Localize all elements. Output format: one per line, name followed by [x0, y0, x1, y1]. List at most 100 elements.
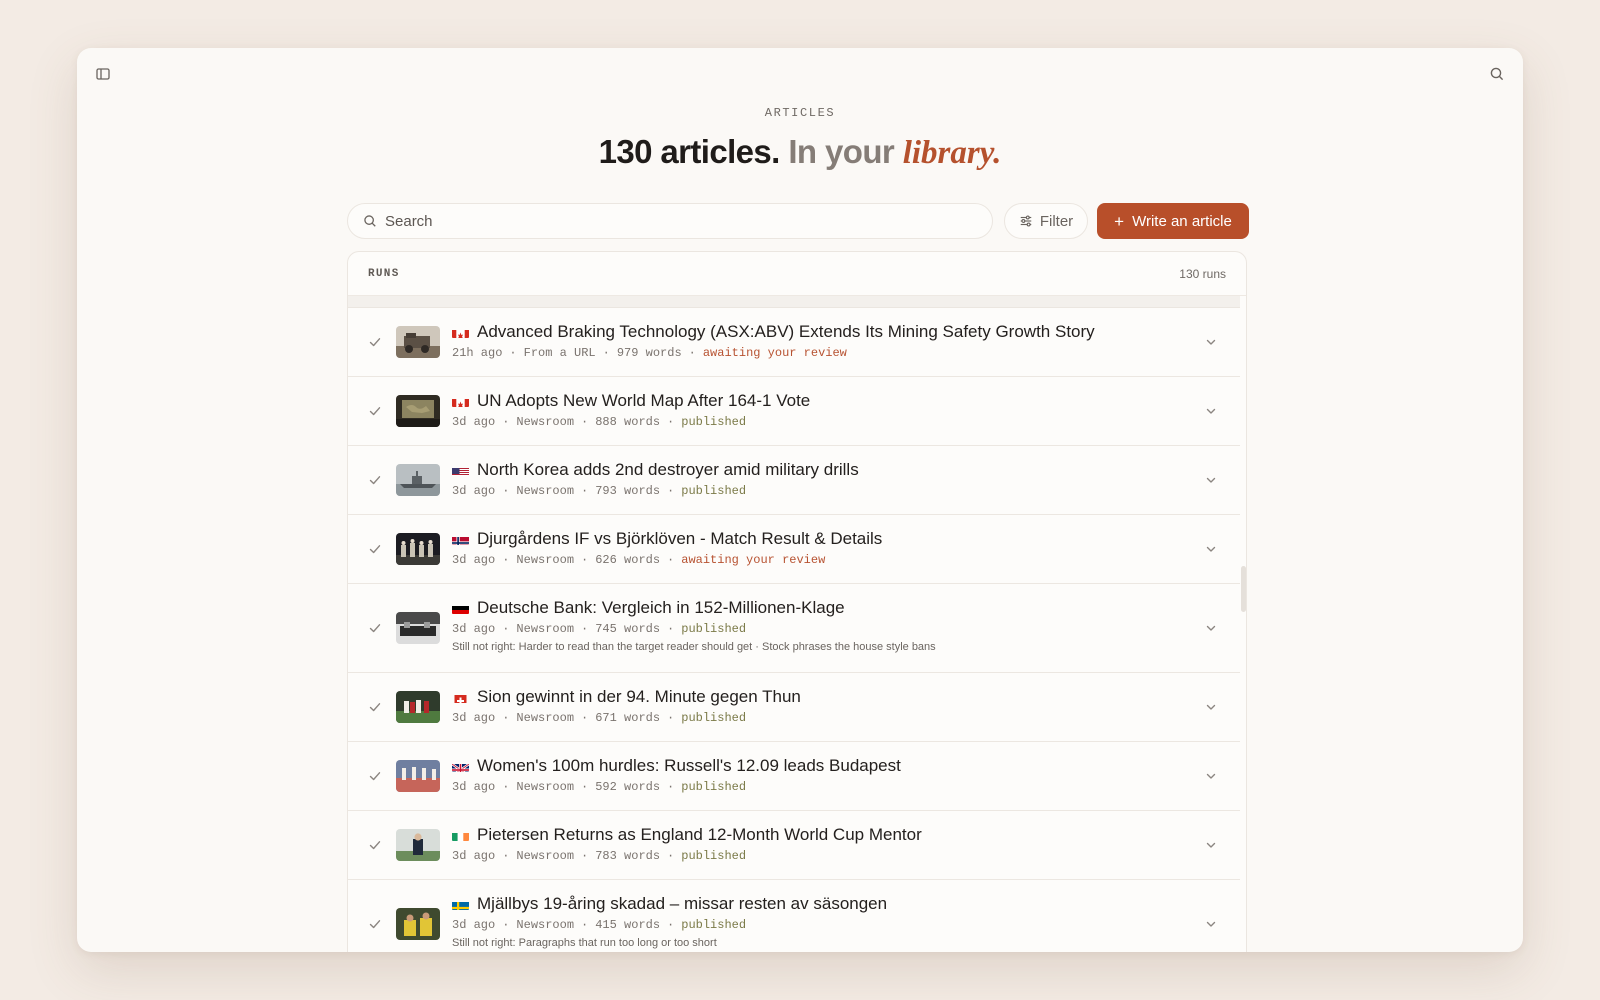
run-meta: 3d ago · Newsroom · 671 words · published — [452, 711, 1190, 725]
meta-separator: · — [581, 415, 589, 429]
run-time: 3d ago — [452, 849, 496, 863]
meta-separator: · — [581, 711, 589, 725]
run-source: Newsroom — [516, 780, 575, 794]
run-title-line: Advanced Braking Technology (ASX:ABV) Ex… — [452, 321, 1190, 343]
article-thumbnail — [396, 464, 440, 496]
chevron-down-icon[interactable] — [1204, 700, 1218, 714]
country-flag-icon — [452, 760, 469, 772]
run-meta: 3d ago · Newsroom · 888 words · published — [452, 415, 1190, 429]
run-title: Deutsche Bank: Vergleich in 152-Millione… — [477, 598, 845, 617]
run-note: Still not right: Paragraphs that run too… — [452, 937, 717, 949]
runs-title: RUNS — [368, 267, 400, 280]
chevron-down-icon[interactable] — [1204, 621, 1218, 635]
run-title-line: UN Adopts New World Map After 164-1 Vote — [452, 390, 1190, 412]
run-source: Newsroom — [516, 918, 575, 932]
chevron-down-icon[interactable] — [1204, 838, 1218, 852]
app-window: ARTICLES 130 articles. In your library. … — [77, 48, 1523, 952]
run-title: Mjällbys 19-åring skadad – missar resten… — [477, 894, 888, 913]
search-field[interactable] — [347, 203, 993, 239]
check-icon — [368, 917, 382, 931]
run-text: Mjällbys 19-åring skadad – missar resten… — [452, 893, 1190, 949]
run-source: Newsroom — [516, 849, 575, 863]
run-words: 783 words — [595, 849, 661, 863]
check-icon — [368, 404, 382, 418]
run-title-line: Mjällbys 19-åring skadad – missar resten… — [452, 893, 1190, 915]
headline-muted: In your — [788, 133, 895, 170]
check-icon — [368, 542, 382, 556]
status-badge: published — [681, 484, 747, 498]
meta-separator: · — [502, 780, 510, 794]
run-row[interactable]: Pietersen Returns as England 12-Month Wo… — [348, 811, 1240, 880]
meta-separator: · — [667, 622, 675, 636]
meta-separator: · — [667, 849, 675, 863]
run-row[interactable]: Mjällbys 19-åring skadad – missar resten… — [348, 880, 1240, 952]
search-input[interactable] — [385, 212, 945, 230]
meta-separator: · — [667, 918, 675, 932]
run-title-line: North Korea adds 2nd destroyer amid mili… — [452, 459, 1190, 481]
status-badge: published — [681, 849, 747, 863]
run-row[interactable]: North Korea adds 2nd destroyer amid mili… — [348, 446, 1240, 515]
meta-separator: · — [602, 346, 610, 360]
status-badge: published — [681, 711, 747, 725]
runs-list: Advanced Braking Technology (ASX:ABV) Ex… — [348, 308, 1246, 952]
chevron-down-icon[interactable] — [1204, 473, 1218, 487]
chevron-down-icon[interactable] — [1204, 542, 1218, 556]
run-row[interactable]: Sion gewinnt in der 94. Minute gegen Thu… — [348, 673, 1240, 742]
article-thumbnail — [396, 908, 440, 940]
run-title: UN Adopts New World Map After 164-1 Vote — [477, 391, 811, 410]
run-row[interactable]: Advanced Braking Technology (ASX:ABV) Ex… — [348, 308, 1240, 377]
run-time: 3d ago — [452, 918, 496, 932]
meta-separator: · — [502, 553, 510, 567]
run-title-line: Women's 100m hurdles: Russell's 12.09 le… — [452, 755, 1190, 777]
run-note: Still not right: Harder to read than the… — [452, 641, 936, 653]
run-meta: 3d ago · Newsroom · 793 words · published — [452, 484, 1190, 498]
check-icon — [368, 473, 382, 487]
sidebar-toggle-icon[interactable] — [92, 63, 114, 85]
status-badge: awaiting your review — [681, 553, 826, 567]
run-words: 415 words — [595, 918, 661, 932]
meta-separator: · — [581, 484, 589, 498]
chevron-down-icon[interactable] — [1204, 335, 1218, 349]
run-row[interactable]: UN Adopts New World Map After 164-1 Vote… — [348, 377, 1240, 446]
country-flag-icon — [452, 533, 469, 545]
run-meta: 3d ago · Newsroom · 745 words · published — [452, 622, 1190, 636]
meta-separator: · — [509, 346, 517, 360]
country-flag-icon — [452, 829, 469, 841]
chevron-down-icon[interactable] — [1204, 917, 1218, 931]
check-icon — [368, 621, 382, 635]
search-icon — [364, 215, 376, 227]
run-source: Newsroom — [516, 622, 575, 636]
status-badge: published — [681, 622, 747, 636]
run-time: 3d ago — [452, 780, 496, 794]
chevron-down-icon[interactable] — [1204, 769, 1218, 783]
run-meta: 3d ago · Newsroom · 415 words · published — [452, 918, 1190, 932]
status-badge: published — [681, 415, 747, 429]
status-badge: published — [681, 918, 747, 932]
run-time: 3d ago — [452, 553, 496, 567]
run-row[interactable]: Women's 100m hurdles: Russell's 12.09 le… — [348, 742, 1240, 811]
run-source: Newsroom — [516, 553, 575, 567]
filter-button[interactable]: Filter — [1004, 203, 1088, 239]
meta-separator: · — [581, 780, 589, 794]
run-meta: 3d ago · Newsroom · 592 words · published — [452, 780, 1190, 794]
write-article-label: Write an article — [1132, 212, 1232, 230]
chevron-down-icon[interactable] — [1204, 404, 1218, 418]
run-row[interactable]: Djurgårdens IF vs Björklöven - Match Res… — [348, 515, 1240, 584]
run-words: 626 words — [595, 553, 661, 567]
run-row[interactable]: Deutsche Bank: Vergleich in 152-Millione… — [348, 584, 1240, 673]
list-scrollbar[interactable] — [1241, 566, 1246, 612]
run-words: 979 words — [616, 346, 682, 360]
meta-separator: · — [581, 553, 589, 567]
run-title: Women's 100m hurdles: Russell's 12.09 le… — [477, 756, 901, 775]
run-title: Djurgårdens IF vs Björklöven - Match Res… — [477, 529, 883, 548]
run-time: 3d ago — [452, 622, 496, 636]
run-words: 888 words — [595, 415, 661, 429]
meta-separator: · — [581, 918, 589, 932]
country-flag-icon — [452, 602, 469, 614]
article-thumbnail — [396, 691, 440, 723]
write-article-button[interactable]: + Write an article — [1097, 203, 1249, 239]
run-meta: 3d ago · Newsroom · 783 words · published — [452, 849, 1190, 863]
meta-separator: · — [667, 780, 675, 794]
search-icon[interactable] — [1486, 63, 1508, 85]
run-title: North Korea adds 2nd destroyer amid mili… — [477, 460, 859, 479]
